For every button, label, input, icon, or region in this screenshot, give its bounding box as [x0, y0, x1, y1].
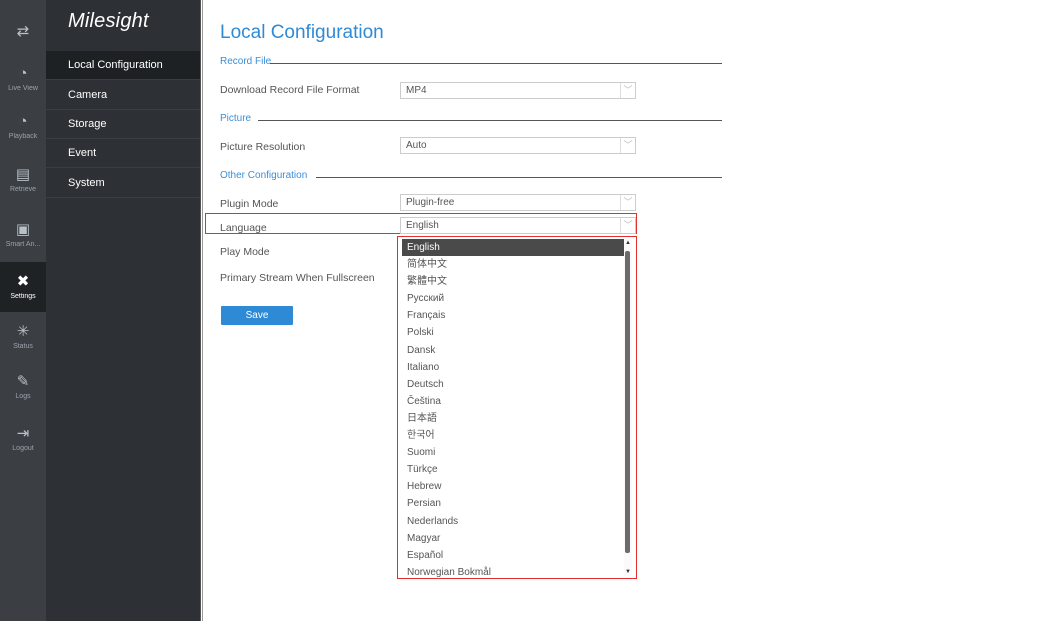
- nav-status[interactable]: ✳ Status: [0, 323, 46, 351]
- nav-live-view-label: Live View: [8, 85, 38, 92]
- retrieve-icon: ▤: [15, 166, 31, 183]
- save-button[interactable]: Save: [221, 306, 293, 325]
- language-option[interactable]: Türkçe: [402, 461, 628, 478]
- scroll-up-icon[interactable]: ▲: [624, 239, 632, 247]
- language-option[interactable]: Русский: [402, 290, 628, 307]
- language-option[interactable]: 简体中文: [402, 256, 628, 273]
- chevron-down-icon: ﹀: [620, 83, 635, 98]
- section-other-configuration: Other Configuration: [220, 170, 308, 181]
- nav-logout-label: Logout: [12, 445, 34, 452]
- scroll-down-icon[interactable]: ▼: [624, 568, 632, 576]
- nav-logs[interactable]: ✎ Logs: [0, 373, 46, 401]
- language-option[interactable]: Italiano: [402, 359, 628, 376]
- nav-retrieve[interactable]: ▤ Retrieve: [0, 166, 46, 194]
- panel-divider: [200, 0, 203, 621]
- live-view-icon: ◔: [18, 65, 28, 82]
- menu-item-storage[interactable]: Storage: [46, 110, 200, 139]
- logs-icon: ✎: [16, 373, 30, 390]
- smart-analysis-icon: ▣: [15, 221, 31, 238]
- plugin-mode-select[interactable]: Plugin-free ﹀: [400, 194, 636, 211]
- language-option[interactable]: 繁體中文: [402, 273, 628, 290]
- nav-status-label: Status: [13, 343, 33, 350]
- language-option[interactable]: Norwegian Bokmål: [402, 564, 628, 581]
- section-divider: [316, 177, 722, 178]
- menu-item-system[interactable]: System: [46, 169, 200, 198]
- language-value: English: [406, 220, 439, 231]
- swap-nav-item[interactable]: ⇄: [0, 24, 46, 40]
- picture-resolution-select[interactable]: Auto ﹀: [400, 137, 636, 154]
- chevron-down-icon: ﹀: [620, 138, 635, 153]
- language-option[interactable]: Suomi: [402, 444, 628, 461]
- settings-menu: Milesight Local Configuration Camera Sto…: [46, 0, 200, 621]
- scroll-thumb[interactable]: [625, 251, 630, 553]
- section-record-file: Record File: [220, 56, 272, 67]
- language-option[interactable]: Deutsch: [402, 376, 628, 393]
- language-option[interactable]: 日本語: [402, 410, 628, 427]
- nav-logs-label: Logs: [15, 393, 31, 400]
- nav-smart-analysis-label: Smart An...: [5, 241, 41, 248]
- download-format-select[interactable]: MP4 ﹀: [400, 82, 636, 99]
- nav-retrieve-label: Retrieve: [9, 186, 37, 193]
- language-option[interactable]: Français: [402, 307, 628, 324]
- nav-smart-analysis[interactable]: ▣ Smart An...: [0, 221, 46, 249]
- menu-item-camera[interactable]: Camera: [46, 81, 200, 110]
- playback-icon: ◔: [18, 113, 28, 130]
- download-format-label: Download Record File Format: [220, 84, 360, 96]
- chevron-down-icon: ﹀: [620, 218, 635, 233]
- page-title: Local Configuration: [220, 22, 384, 43]
- download-format-value: MP4: [406, 85, 427, 96]
- section-divider: [270, 63, 722, 64]
- settings-icon: ✖: [16, 273, 30, 290]
- picture-resolution-value: Auto: [406, 140, 427, 151]
- nav-playback-label: Playback: [8, 133, 38, 140]
- language-select[interactable]: English ﹀: [400, 217, 636, 234]
- language-option[interactable]: Nederlands: [402, 513, 628, 530]
- language-option[interactable]: Polski: [402, 324, 628, 341]
- language-option[interactable]: Čeština: [402, 393, 628, 410]
- language-option[interactable]: Dansk: [402, 342, 628, 359]
- menu-item-local-configuration[interactable]: Local Configuration: [46, 51, 200, 80]
- nav-settings-label: Settings: [10, 293, 36, 300]
- nav-logout[interactable]: ⇥ Logout: [0, 425, 46, 453]
- language-option[interactable]: 한국어: [402, 427, 628, 444]
- logout-icon: ⇥: [16, 425, 30, 442]
- language-label: Language: [220, 222, 267, 234]
- language-option[interactable]: Español: [402, 547, 628, 564]
- menu-item-event[interactable]: Event: [46, 139, 200, 168]
- nav-playback[interactable]: ◔ Playback: [0, 113, 46, 141]
- brand-logo: Milesight: [68, 10, 149, 32]
- nav-live-view[interactable]: ◔ Live View: [0, 65, 46, 93]
- language-option[interactable]: English: [402, 239, 628, 257]
- chevron-down-icon: ﹀: [620, 195, 635, 210]
- language-option[interactable]: Hebrew: [402, 478, 628, 495]
- section-divider: [258, 120, 722, 121]
- swap-icon: ⇄: [16, 23, 30, 40]
- picture-resolution-label: Picture Resolution: [220, 141, 306, 153]
- primary-stream-label: Primary Stream When Fullscreen: [220, 272, 375, 284]
- section-picture: Picture: [220, 113, 252, 124]
- play-mode-label: Play Mode: [220, 246, 270, 258]
- language-option[interactable]: Magyar: [402, 530, 628, 547]
- icon-sidebar: ⇄ ◔ Live View ◔ Playback ▤ Retrieve ▣ Sm…: [0, 0, 46, 621]
- language-option[interactable]: Persian: [402, 495, 628, 512]
- language-option-list: English 简体中文 繁體中文 Русский Français Polski Dans…: [402, 239, 628, 581]
- status-icon: ✳: [16, 323, 30, 340]
- nav-settings[interactable]: ✖ Settings: [0, 262, 46, 312]
- plugin-mode-value: Plugin-free: [406, 197, 455, 208]
- plugin-mode-label: Plugin Mode: [220, 198, 279, 210]
- language-dropdown[interactable]: English 简体中文 繁體中文 Русский Français Polski Dans…: [397, 236, 637, 579]
- dropdown-scrollbar[interactable]: ▲ ▼: [624, 239, 632, 576]
